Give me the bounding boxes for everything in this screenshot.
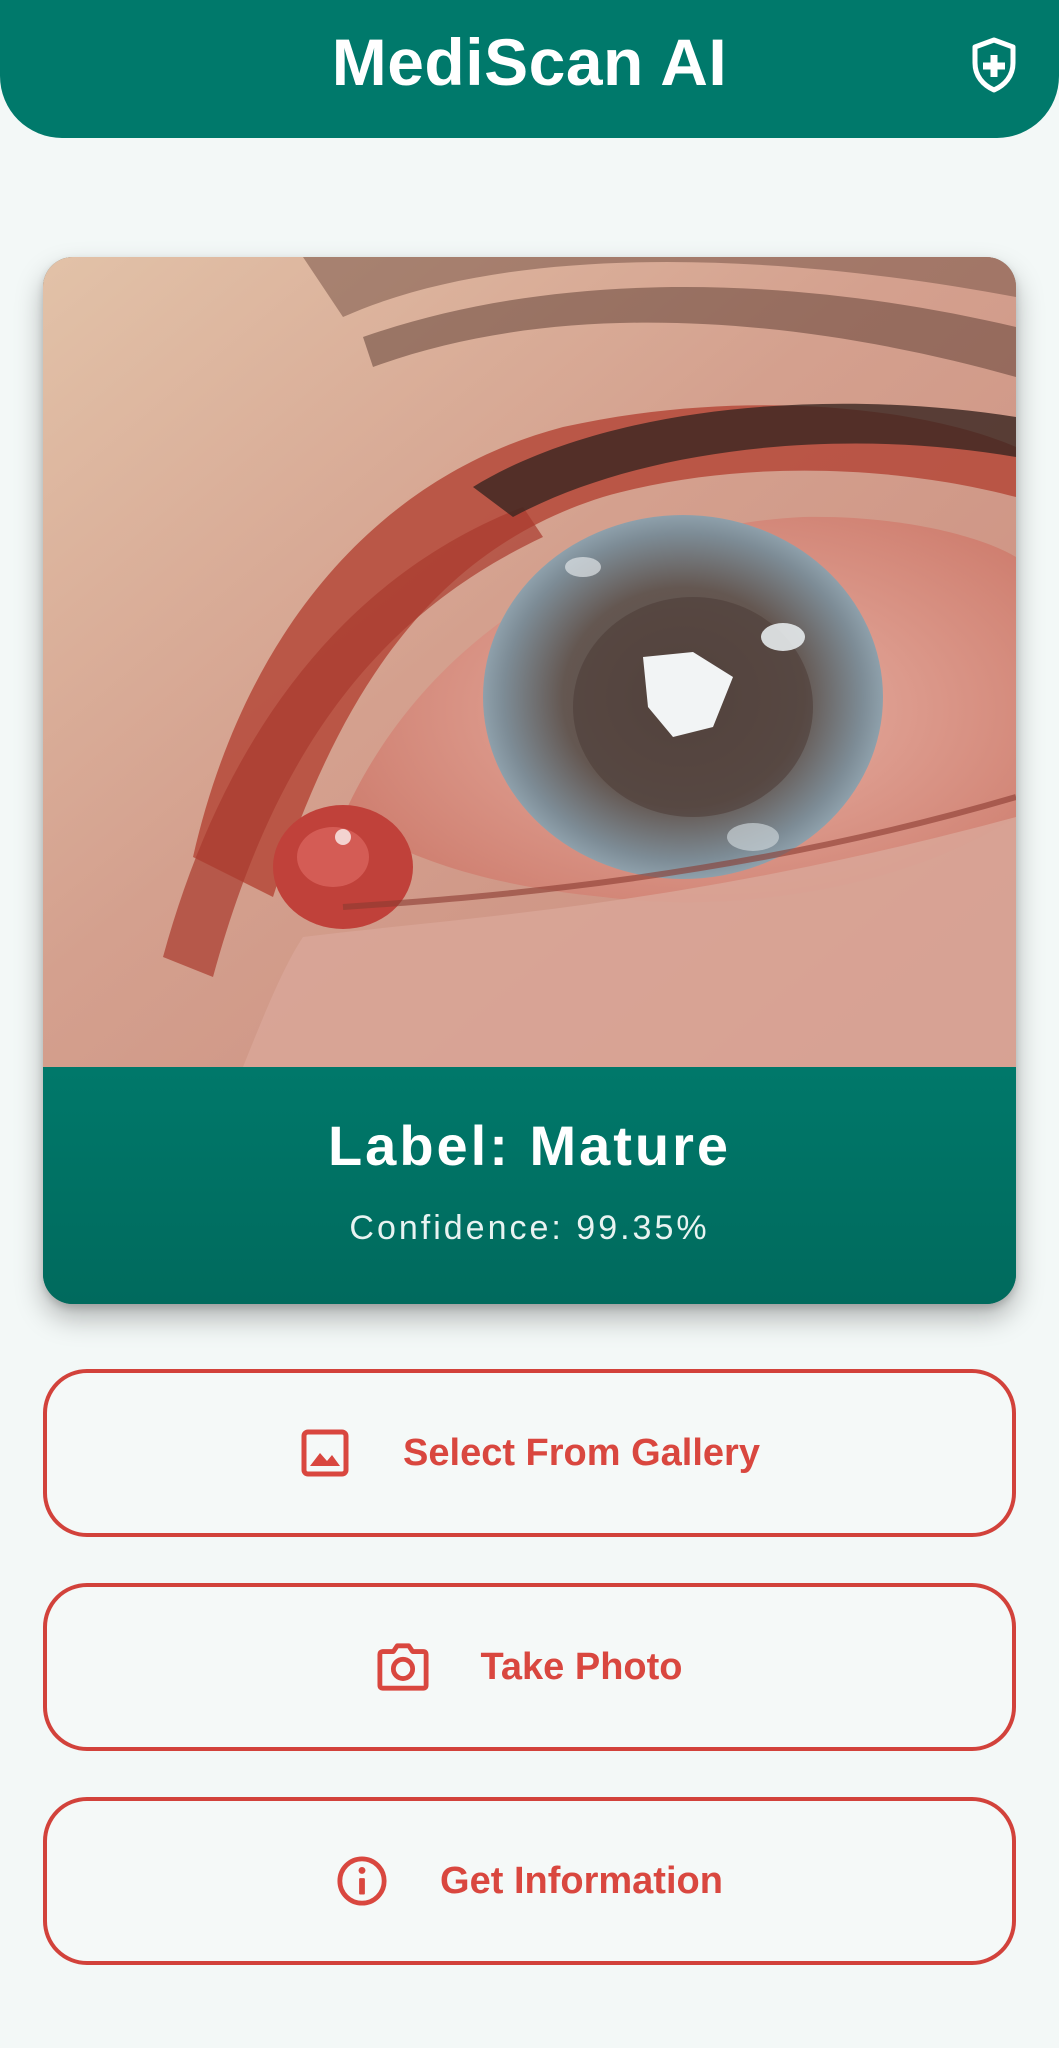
app-title: MediScan AI xyxy=(331,25,728,99)
result-confidence: Confidence: 99.35% xyxy=(349,1209,710,1247)
result-label: Label: Mature xyxy=(327,1114,732,1177)
result-card: Label: Mature Confidence: 99.35% xyxy=(43,257,1016,1304)
get-information-button[interactable]: Get Information xyxy=(43,1797,1016,1965)
app-screen: MediScan AI Label: Mature Confidence: 99… xyxy=(0,0,1059,2048)
get-information-label: Get Information xyxy=(440,1859,723,1902)
result-panel: Label: Mature Confidence: 99.35% xyxy=(43,1067,1016,1304)
eye-photo xyxy=(43,257,1016,1067)
shield-plus-icon[interactable] xyxy=(969,36,1019,94)
image-icon xyxy=(299,1427,351,1479)
select-from-gallery-button[interactable]: Select From Gallery xyxy=(43,1369,1016,1537)
take-photo-button[interactable]: Take Photo xyxy=(43,1583,1016,1751)
select-from-gallery-label: Select From Gallery xyxy=(403,1431,760,1474)
take-photo-label: Take Photo xyxy=(480,1645,683,1688)
camera-icon xyxy=(376,1641,429,1693)
app-header: MediScan AI xyxy=(0,0,1059,138)
info-icon xyxy=(336,1855,388,1907)
